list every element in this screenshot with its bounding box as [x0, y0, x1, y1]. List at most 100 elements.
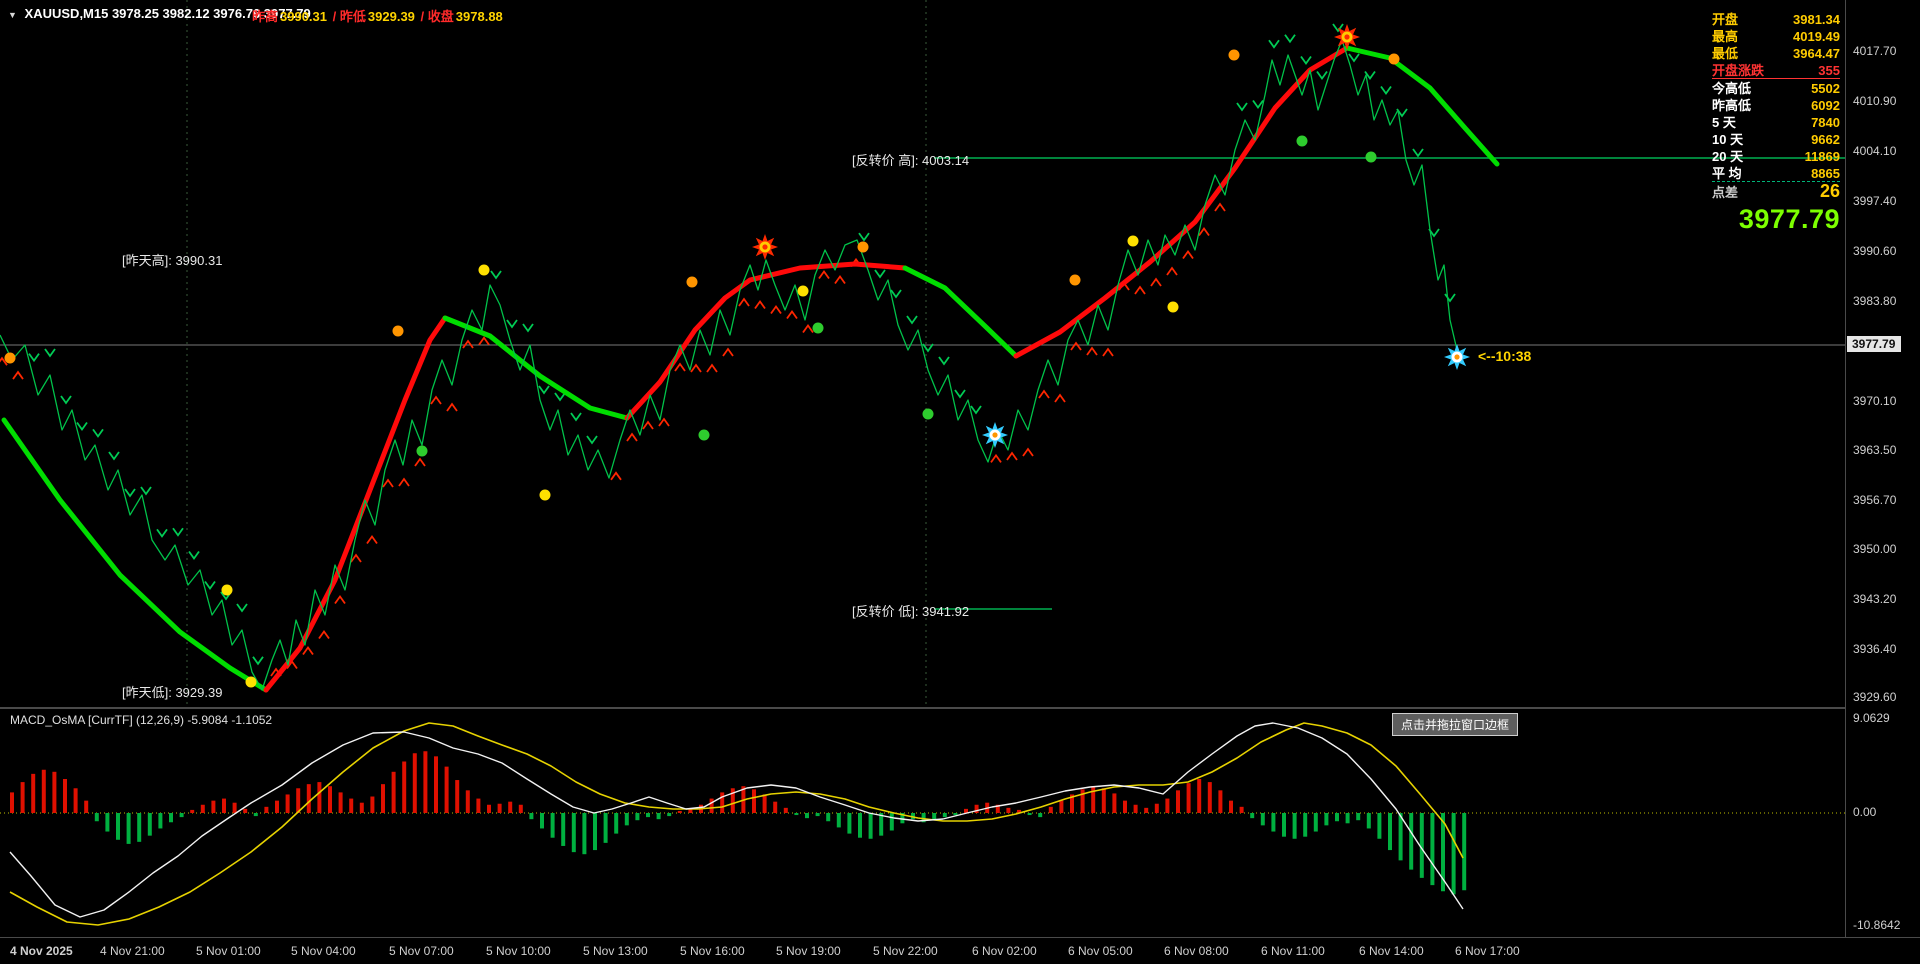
- info-row-spread: 点差 26: [1712, 182, 1840, 200]
- orange-dot: [4, 352, 16, 364]
- yellow-dot: [1127, 235, 1139, 247]
- price-scale-label: 3936.40: [1853, 642, 1897, 656]
- time-axis-label: 4 Nov 2025: [10, 944, 73, 958]
- down-arrow-icon: [124, 488, 136, 498]
- price-scale-label: 3950.00: [1853, 542, 1897, 556]
- price-scale-label: 3956.70: [1853, 493, 1897, 507]
- up-arrow-icon: [1086, 346, 1098, 356]
- macd-canvas[interactable]: [0, 709, 1845, 937]
- time-axis-label: 6 Nov 08:00: [1164, 944, 1229, 958]
- up-arrow-icon: [626, 432, 638, 442]
- down-arrow-icon: [28, 353, 40, 363]
- green-dot: [416, 445, 428, 457]
- reversal-low-label: [反转价 低]: 3941.92: [852, 604, 970, 619]
- ma-segment-green: [1, 417, 269, 693]
- green-dot: [812, 322, 824, 334]
- info-label: 最低: [1712, 46, 1739, 61]
- up-arrow-icon: [1102, 347, 1114, 357]
- time-axis-label: 6 Nov 05:00: [1068, 944, 1133, 958]
- up-arrow-icon: [1006, 451, 1018, 461]
- down-arrow-icon: [506, 319, 518, 329]
- info-row-range-10d: 10 天 9662: [1712, 132, 1840, 147]
- info-row-average: 平 均 8865: [1712, 166, 1840, 182]
- up-arrow-icon: [398, 477, 410, 487]
- price-scale-label: 3983.80: [1853, 294, 1897, 308]
- up-arrow-icon: [366, 534, 378, 545]
- down-arrow-icon: [1380, 85, 1392, 96]
- cold-sun-icon: [1444, 344, 1470, 370]
- info-row-open: 开盘 3981.34: [1712, 12, 1840, 27]
- yellow-dot: [539, 489, 551, 501]
- down-arrow-icon: [60, 395, 72, 405]
- info-row-range-5d: 5 天 7840: [1712, 115, 1840, 130]
- green-dot: [922, 408, 934, 420]
- info-label: 5 天: [1712, 115, 1736, 130]
- prev-high-tag: 昨高: [252, 9, 279, 24]
- time-axis-label: 5 Nov 07:00: [389, 944, 454, 958]
- time-axis-label: 5 Nov 04:00: [291, 944, 356, 958]
- down-arrow-icon: [92, 428, 104, 438]
- yellow-dot: [1167, 301, 1179, 313]
- macd-scale-label: 9.0629: [1853, 711, 1890, 725]
- price-scale[interactable]: 4017.70 4010.90 4004.10 3997.40 3990.60 3983.…: [1845, 0, 1920, 937]
- up-arrow-icon: [1182, 249, 1194, 260]
- up-arrow-icon: [318, 629, 330, 640]
- price-scale-label: 3970.10: [1853, 394, 1897, 408]
- time-axis-label: 5 Nov 10:00: [486, 944, 551, 958]
- down-arrow-icon: [108, 451, 120, 461]
- price-scale-label: 3997.40: [1853, 194, 1897, 208]
- info-value: 7840: [1811, 115, 1840, 130]
- down-arrow-icon: [1268, 39, 1280, 49]
- price-line: [0, 39, 1458, 691]
- up-arrow-icon: [690, 363, 702, 373]
- main-chart-panel[interactable]: ▼ XAUUSD,M15 3978.25 3982.12 3976.76 397…: [0, 0, 1845, 707]
- down-arrow-icon: [538, 385, 550, 395]
- up-arrow-icon: [642, 420, 654, 430]
- down-arrow-icon: [1444, 293, 1456, 303]
- up-arrow-icon: [302, 645, 314, 656]
- info-label: 开盘: [1712, 12, 1739, 27]
- price-scale-label: 3963.50: [1853, 443, 1897, 457]
- time-axis[interactable]: 4 Nov 2025 4 Nov 21:00 5 Nov 01:00 5 Nov 04…: [0, 937, 1920, 964]
- hot-sun-icon: [1334, 24, 1360, 50]
- down-arrow-icon: [1300, 55, 1312, 66]
- current-price-tag: 3977.79: [1847, 336, 1902, 352]
- info-row-high: 最高 4019.49: [1712, 29, 1840, 44]
- ma-segment-green: [1344, 45, 1500, 167]
- up-arrow-icon: [1054, 393, 1066, 403]
- current-price-big: 3977.79: [1738, 204, 1840, 234]
- info-label: 20 天: [1712, 149, 1744, 164]
- down-arrow-icon: [156, 528, 168, 538]
- up-arrow-icon: [738, 297, 750, 307]
- info-value: 355: [1818, 63, 1840, 78]
- orange-dot: [1228, 49, 1240, 61]
- up-arrow-icon: [722, 347, 734, 357]
- down-arrow-icon: [570, 412, 582, 422]
- down-arrow-icon: [586, 435, 598, 445]
- info-value: 3964.47: [1793, 46, 1840, 61]
- down-arrow-icon: [204, 580, 216, 591]
- up-arrow-icon: [1198, 226, 1210, 237]
- symbol-dropdown-icon[interactable]: ▼: [8, 10, 17, 20]
- info-value: 9662: [1811, 132, 1840, 147]
- down-arrow-icon: [858, 232, 870, 242]
- info-row-open-change: 开盘涨跌 355: [1712, 63, 1840, 79]
- up-arrow-icon: [1022, 447, 1034, 457]
- down-arrow-icon: [874, 269, 886, 279]
- time-axis-label: 6 Nov 17:00: [1455, 944, 1520, 958]
- macd-panel[interactable]: MACD_OsMA [CurrTF] (12,26,9) -5.9084 -1.…: [0, 709, 1845, 937]
- prev-low-label: [昨天低]: 3929.39: [122, 685, 223, 700]
- down-arrow-icon: [970, 405, 982, 415]
- ma-segment-red: [1013, 45, 1350, 359]
- up-arrow-icon: [12, 370, 24, 380]
- down-arrow-icon: [236, 603, 248, 613]
- info-value: 4019.49: [1793, 29, 1840, 44]
- time-marker: <--10:38: [1478, 348, 1532, 364]
- up-arrow-icon: [430, 395, 442, 405]
- info-value: 8865: [1811, 166, 1840, 181]
- info-value: 3981.34: [1793, 12, 1840, 27]
- price-scale-label: 3990.60: [1853, 244, 1897, 258]
- close-tag: 收盘: [427, 9, 454, 24]
- prev-day-overlay: 昨高 3990.31 / 昨低 3929.39 / 收盘 3978.88: [252, 6, 505, 25]
- info-row-prev-range: 昨高低 6092: [1712, 98, 1840, 113]
